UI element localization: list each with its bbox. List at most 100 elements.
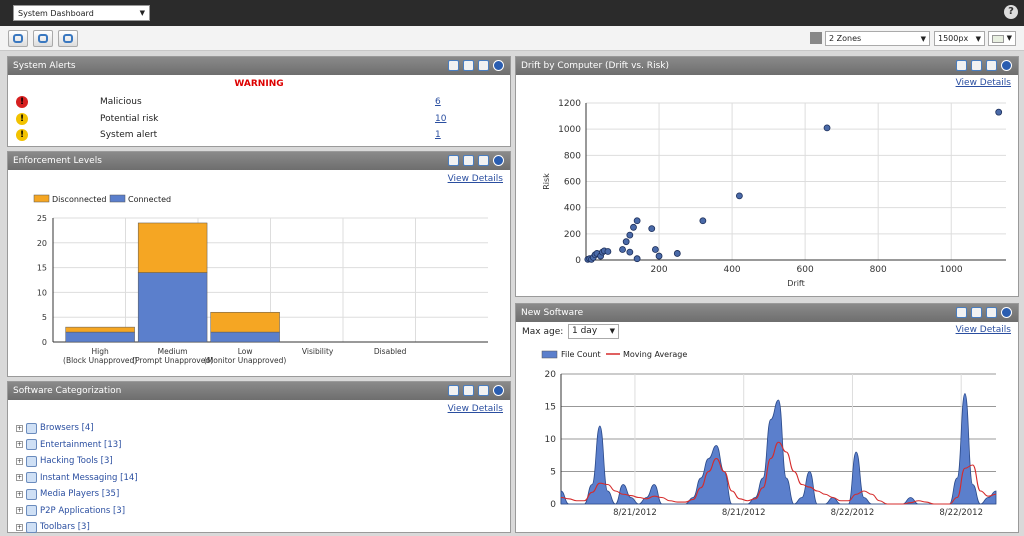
minimize-icon[interactable] — [448, 155, 459, 166]
alert-icon: ! — [16, 112, 28, 125]
windows-icon — [63, 34, 73, 43]
info-icon[interactable] — [493, 385, 504, 396]
expand-icon[interactable]: + — [16, 490, 23, 498]
category-label: P2P Applications [3] — [40, 505, 126, 516]
expand-icon[interactable]: + — [16, 424, 23, 432]
help-icon[interactable]: ? — [1004, 5, 1018, 19]
refresh-icon[interactable] — [971, 307, 982, 318]
x-tick-label: Visibility — [302, 347, 334, 356]
x-tick-label: Disabled — [374, 347, 407, 356]
y-tick-label: 1200 — [558, 99, 581, 109]
hacking-tools-icon — [26, 455, 37, 467]
bar-disconnected — [65, 326, 135, 333]
category-item[interactable]: + Media Players [35] — [16, 486, 138, 503]
alert-count-link[interactable]: 6 — [435, 97, 441, 107]
x-tick-label: 600 — [797, 265, 814, 275]
category-item[interactable]: + Browsers [4] — [16, 420, 138, 437]
alert-label: Malicious — [100, 97, 142, 107]
legend-swatch — [541, 350, 558, 359]
y-tick-label: 20 — [37, 239, 47, 248]
chevron-down-icon: ▼ — [1006, 34, 1012, 42]
warning-label: WARNING — [234, 79, 284, 89]
expand-icon[interactable]: + — [16, 523, 23, 531]
scatter-point — [655, 252, 663, 260]
x-tick-label: 400 — [723, 265, 740, 275]
add-widget-button[interactable] — [33, 30, 53, 47]
refresh-icon[interactable] — [971, 60, 982, 71]
minimize-icon[interactable] — [956, 60, 967, 71]
drift-scatter-chart: 0 200 400 600 800 1000 1200 200 400 600 800 1000 Dri… — [542, 99, 1006, 288]
panel-title: System Alerts — [13, 61, 76, 71]
restore-windows-button[interactable] — [58, 30, 78, 47]
y-tick-label: 0 — [575, 256, 581, 266]
scatter-point — [648, 225, 656, 233]
refresh-icon — [13, 34, 23, 43]
entertainment-icon — [26, 439, 37, 451]
refresh-icon[interactable] — [463, 155, 474, 166]
category-item[interactable]: + Instant Messaging [14] — [16, 470, 138, 487]
expand-icon[interactable]: + — [16, 457, 23, 465]
popout-icon[interactable] — [478, 60, 489, 71]
x-tick-label: 8/22/2012 — [831, 508, 875, 518]
panel-controls — [956, 60, 1012, 71]
x-tick-label: (Monitor Unapproved) — [204, 356, 287, 365]
y-tick-label: 5 — [42, 313, 47, 322]
panel-header: Drift by Computer (Drift vs. Risk) — [516, 57, 1018, 75]
alert-row: ! Malicious 6 — [8, 95, 510, 111]
category-item[interactable]: + Toolbars [3] — [16, 519, 138, 536]
minimize-icon[interactable] — [448, 60, 459, 71]
expand-icon[interactable]: + — [16, 507, 23, 515]
x-tick-label: 8/21/2012 — [722, 508, 766, 518]
y-tick-label: 1000 — [558, 125, 581, 135]
popout-icon[interactable] — [478, 385, 489, 396]
alert-count-link[interactable]: 1 — [435, 130, 441, 140]
color-swatch-icon — [992, 35, 1004, 43]
x-tick-label: 8/21/2012 — [613, 508, 657, 518]
new-software-panel: New Software Max age: 1 day ▼ View Detai… — [515, 303, 1019, 533]
category-item[interactable]: + P2P Applications [3] — [16, 503, 138, 520]
refresh-icon[interactable] — [463, 385, 474, 396]
scatter-point — [619, 246, 626, 253]
popout-icon[interactable] — [986, 60, 997, 71]
zones-select[interactable]: 2 Zones ▼ — [825, 31, 930, 46]
scatter-point — [633, 217, 641, 225]
y-tick-label: 200 — [564, 230, 581, 240]
category-item[interactable]: + Hacking Tools [3] — [16, 453, 138, 470]
scatter-point — [630, 223, 637, 231]
alert-count-link[interactable]: 10 — [435, 114, 446, 124]
chevron-down-icon: ▼ — [920, 35, 926, 43]
x-tick-label: 1000 — [940, 265, 963, 275]
scatter-point — [626, 231, 634, 239]
drift-panel: Drift by Computer (Drift vs. Risk) View … — [515, 56, 1019, 297]
category-item[interactable]: + Entertainment [13] — [16, 437, 138, 454]
info-icon[interactable] — [1001, 307, 1012, 318]
scatter-point — [735, 192, 743, 200]
x-tick-label: (Prompt Unapproved) — [132, 356, 213, 365]
x-tick-label: Medium — [158, 347, 188, 356]
popout-icon[interactable] — [986, 307, 997, 318]
minimize-icon[interactable] — [956, 307, 967, 318]
new-software-area-chart: 0 5 10 15 20 8/21/2012 8/21/2012 8/22/2012 8/22/… — [541, 350, 997, 518]
width-select[interactable]: 1500px ▼ — [934, 31, 985, 46]
color-select[interactable]: ▼ — [988, 31, 1016, 46]
category-label: Media Players [35] — [40, 489, 120, 500]
legend-label: Connected — [128, 195, 171, 204]
view-details-link[interactable]: View Details — [448, 404, 503, 414]
scatter-point — [626, 248, 634, 256]
expand-icon[interactable]: + — [16, 441, 23, 449]
y-tick-label: 10 — [545, 435, 557, 445]
panel-controls — [956, 307, 1012, 318]
info-icon[interactable] — [1001, 60, 1012, 71]
system-alerts-panel: System Alerts WARNING ! Malicious 6! Potent… — [7, 56, 511, 147]
expand-icon[interactable]: + — [16, 474, 23, 482]
minimize-icon[interactable] — [448, 385, 459, 396]
refresh-icon[interactable] — [463, 60, 474, 71]
info-icon[interactable] — [493, 60, 504, 71]
refresh-button[interactable] — [8, 30, 28, 47]
bar-connected — [210, 331, 280, 343]
info-icon[interactable] — [493, 155, 504, 166]
p2p-icon — [26, 505, 37, 517]
dashboard-select[interactable]: System Dashboard ▼ — [13, 5, 150, 21]
scatter-point — [622, 238, 630, 246]
popout-icon[interactable] — [478, 155, 489, 166]
